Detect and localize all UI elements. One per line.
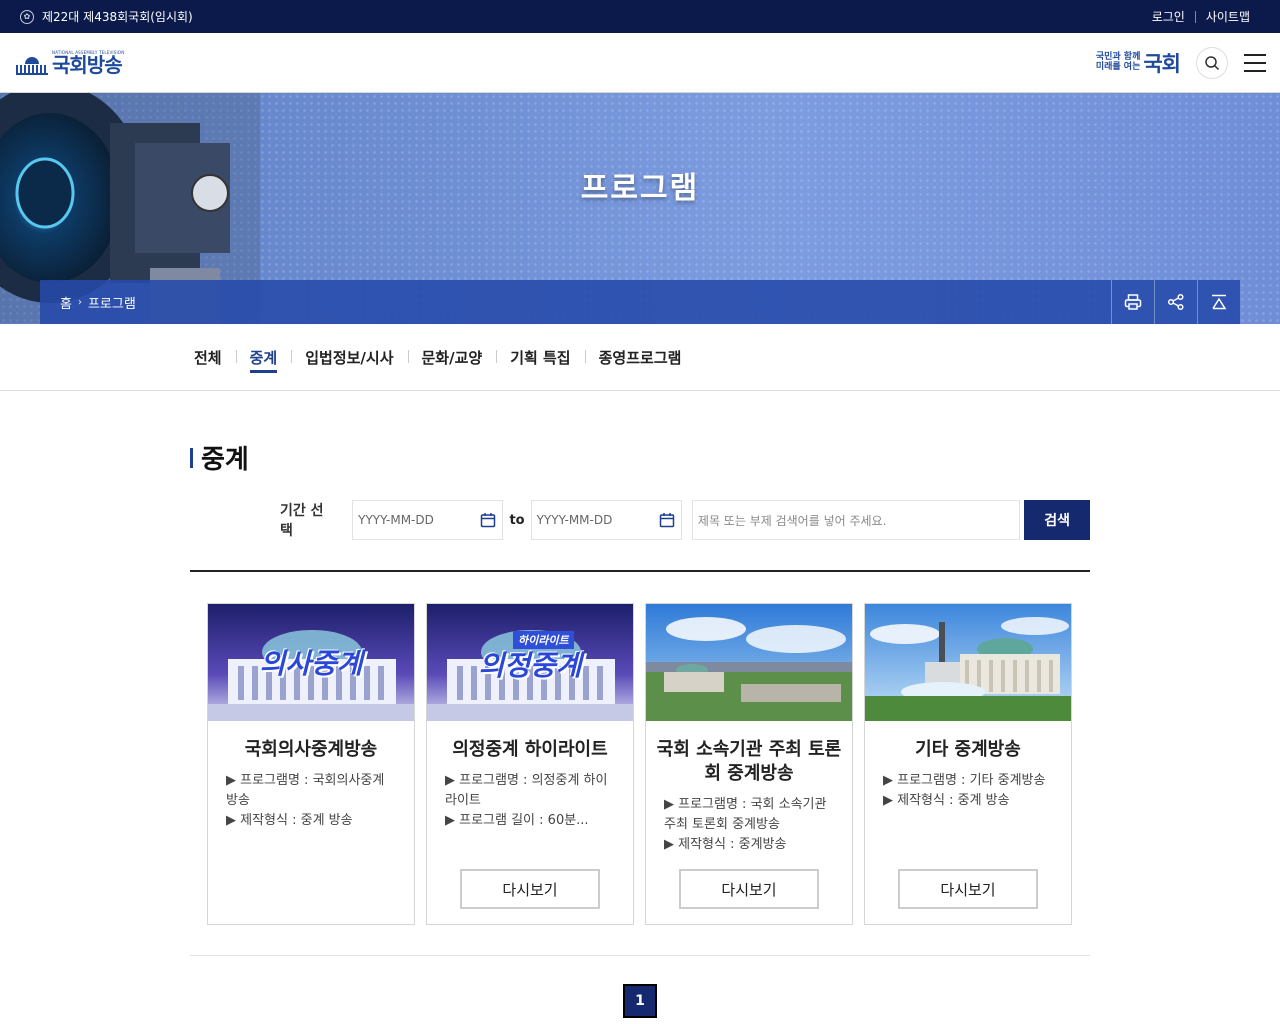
session-text: 제22대 제438회국회(임시회) (42, 10, 193, 24)
date-range-to: to (509, 512, 525, 528)
assembly-building-icon (16, 56, 48, 75)
sitemap-link[interactable]: 사이트맵 (1196, 8, 1260, 25)
program-title[interactable]: 국회의사중계방송 (208, 738, 414, 762)
hamburger-menu-icon[interactable] (1244, 53, 1266, 72)
national-assembly-logo[interactable]: 국민과 함께 미래를 여는 국회 (1095, 48, 1181, 78)
scroll-top-button[interactable] (1197, 280, 1240, 324)
search-button[interactable]: 검색 (1024, 500, 1090, 540)
program-card[interactable]: 국회 소속기관 주최 토론회 중계방송 ▶ 프로그램명 : 국회 소속기관 주최… (645, 603, 853, 925)
tab-culture[interactable]: 문화/교양 (407, 347, 497, 368)
program-title[interactable]: 국회 소속기관 주최 토론회 중계방송 (646, 738, 852, 786)
program-list: 의사중계 국회의사중계방송 ▶ 프로그램명 : 국회의사중계방송 ▶ 제작형식 … (190, 603, 1090, 925)
hero-banner: 프로그램 홈 › 프로그램 (0, 93, 1280, 324)
calendar-icon[interactable] (480, 512, 496, 528)
divider (190, 955, 1090, 956)
breadcrumb-current: 프로그램 (87, 296, 136, 312)
page-number-current[interactable]: 1 (623, 984, 657, 1018)
breadcrumb: 홈 › 프로그램 (60, 293, 136, 312)
breadcrumb-bar: 홈 › 프로그램 (40, 280, 1240, 324)
start-date-input[interactable]: YYYY-MM-DD (352, 500, 504, 540)
print-icon (1124, 294, 1142, 310)
program-thumbnail[interactable]: 하이라이트 의정중계 (427, 604, 633, 721)
calendar-icon[interactable] (659, 512, 675, 528)
divider (190, 570, 1090, 572)
session-info: ✿ 제22대 제438회국회(임시회) (20, 8, 193, 25)
tab-ended-programs[interactable]: 종영프로그램 (584, 347, 696, 368)
category-tabs: 전체 중계 입법정보/시사 문화/교양 기획 특집 종영프로그램 (0, 324, 1280, 391)
program-thumbnail[interactable] (865, 604, 1071, 721)
top-utility-bar: ✿ 제22대 제438회국회(임시회) 로그인 사이트맵 (0, 0, 1280, 33)
program-card[interactable]: 하이라이트 의정중계 의정중계 하이라이트 ▶ 프로그램명 : 의정중계 하이라… (426, 603, 634, 925)
thumbnail-caption: 의정중계 (478, 649, 582, 682)
search-form: 기간 선택 YYYY-MM-DD to YYYY-MM-DD 제목 또는 부제 … (190, 500, 1090, 540)
arrow-up-icon (1212, 294, 1227, 310)
program-info: ▶ 프로그램명 : 기타 중계방송 ▶ 제작형식 : 중계 방송 (883, 773, 1046, 808)
assembly-seal-icon: ✿ (20, 9, 34, 24)
end-date-input[interactable]: YYYY-MM-DD (530, 500, 682, 540)
chevron-right-icon: › (77, 296, 82, 308)
login-link[interactable]: 로그인 (1142, 8, 1195, 25)
logo-title: 국회방송 (52, 52, 123, 77)
program-thumbnail[interactable] (646, 604, 852, 721)
program-card[interactable]: 의사중계 국회의사중계방송 ▶ 프로그램명 : 국회의사중계방송 ▶ 제작형식 … (207, 603, 415, 925)
assembly-fountain-photo (865, 604, 1071, 721)
natv-logo[interactable]: NATIONAL ASSEMBLY TELEVISION 국회방송 (16, 50, 124, 77)
program-title[interactable]: 의정중계 하이라이트 (427, 738, 633, 762)
tab-broadcast[interactable]: 중계 (235, 347, 292, 373)
pagination: 1 (190, 984, 1090, 1018)
program-card[interactable]: 기타 중계방송 ▶ 프로그램명 : 기타 중계방송 ▶ 제작형식 : 중계 방송… (864, 603, 1072, 925)
print-button[interactable] (1111, 280, 1154, 324)
header-search-button[interactable] (1196, 46, 1228, 79)
tab-special[interactable]: 기획 특집 (496, 347, 584, 368)
program-title[interactable]: 기타 중계방송 (865, 738, 1071, 762)
assembly-aerial-photo (646, 604, 852, 721)
program-info: ▶ 프로그램명 : 국회의사중계방송 ▶ 제작형식 : 중계 방송 (226, 773, 385, 828)
search-icon (1205, 55, 1220, 70)
replay-button[interactable]: 다시보기 (460, 869, 600, 909)
thumbnail-caption: 의사중계 (259, 647, 363, 680)
program-info: ▶ 프로그램명 : 의정중계 하이라이트 ▶ 프로그램 길이 : 60분... (445, 773, 608, 828)
share-button[interactable] (1154, 280, 1197, 324)
tab-all[interactable]: 전체 (194, 347, 236, 368)
period-label: 기간 선택 (280, 503, 324, 539)
assembly-logo-text: 국회 (1143, 51, 1181, 76)
hero-title: 프로그램 (580, 171, 700, 206)
keyword-input[interactable]: 제목 또는 부제 검색어를 넣어 주세요. (691, 500, 1021, 540)
program-info: ▶ 프로그램명 : 국회 소속기관 주최 토론회 중계방송 ▶ 제작형식 : 중… (664, 797, 827, 852)
replay-button[interactable]: 다시보기 (898, 869, 1038, 909)
tab-legislation[interactable]: 입법정보/시사 (291, 347, 407, 368)
page-title: 중계 (190, 439, 1090, 476)
title-accent-bar (190, 447, 193, 468)
assembly-slogan-line2: 미래를 여는 (1095, 61, 1141, 72)
share-icon (1167, 293, 1184, 311)
program-thumbnail[interactable]: 의사중계 (208, 604, 414, 721)
site-header: NATIONAL ASSEMBLY TELEVISION 국회방송 국민과 함께… (0, 33, 1280, 93)
breadcrumb-home[interactable]: 홈 (60, 293, 72, 312)
replay-button[interactable]: 다시보기 (679, 869, 819, 909)
